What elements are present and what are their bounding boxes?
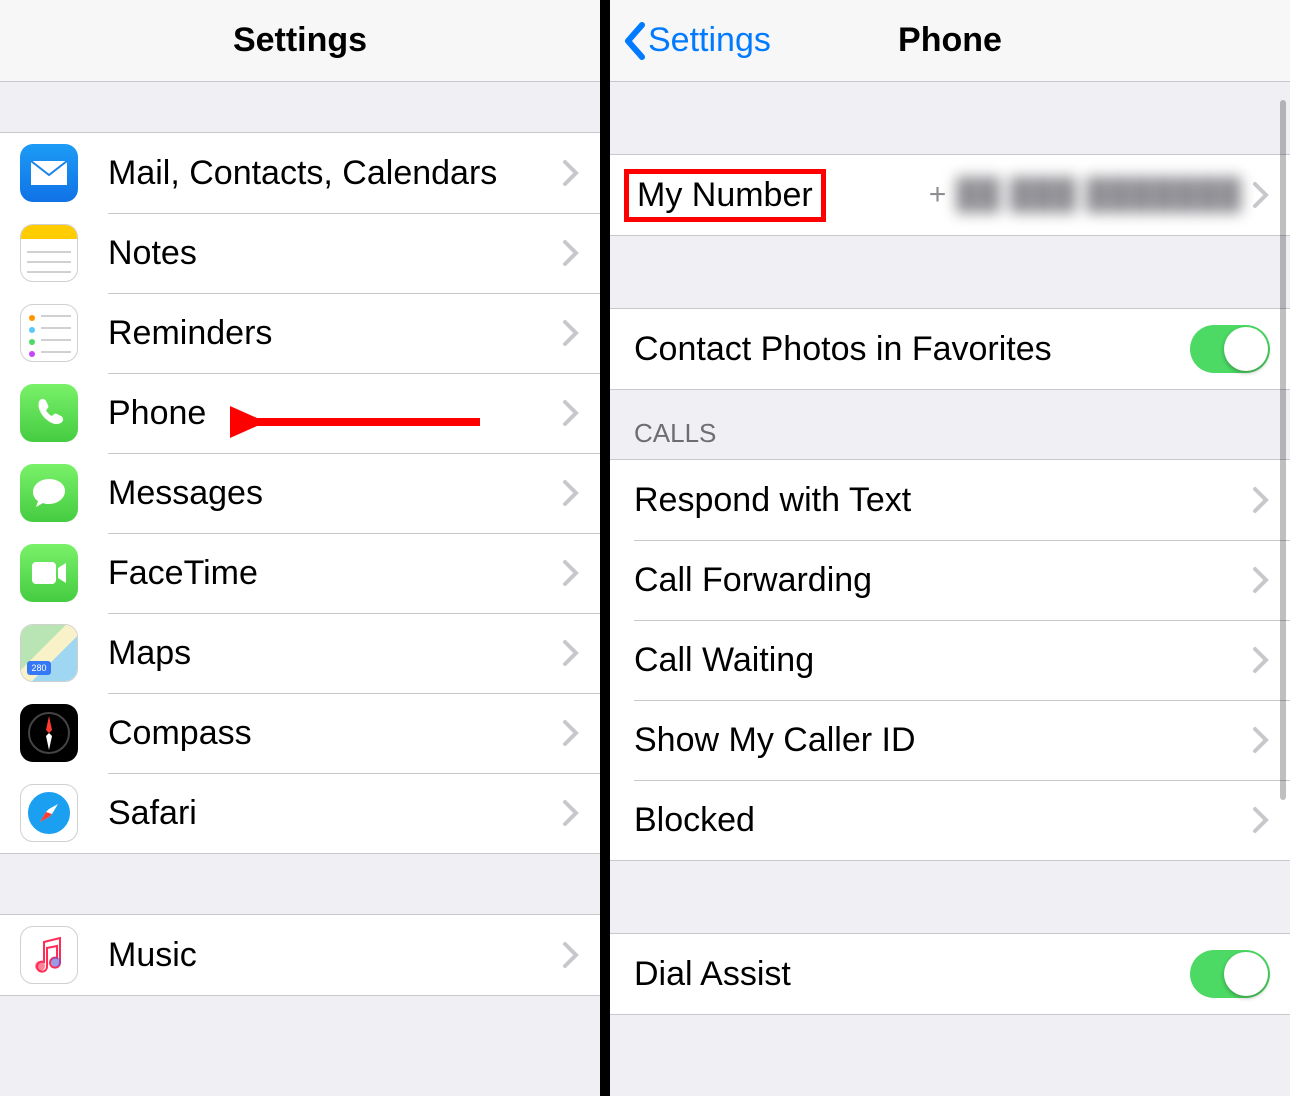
back-label: Settings bbox=[648, 21, 771, 60]
page-title: Settings bbox=[233, 21, 367, 60]
cell-label: Notes bbox=[108, 234, 562, 273]
cell-label: Compass bbox=[108, 714, 562, 753]
settings-item-mail[interactable]: Mail, Contacts, Calendars bbox=[0, 133, 600, 213]
highlight-annotation: My Number bbox=[624, 169, 826, 222]
reminders-icon bbox=[20, 304, 78, 362]
chevron-right-icon bbox=[562, 559, 580, 587]
settings-item-messages[interactable]: Messages bbox=[0, 453, 600, 533]
settings-item-music[interactable]: Music bbox=[0, 915, 600, 995]
maps-icon: 280 bbox=[20, 624, 78, 682]
my-number-group: My Number + ██ ███ ███████ bbox=[610, 154, 1290, 236]
cell-label: Contact Photos in Favorites bbox=[634, 330, 1190, 369]
phone-icon bbox=[20, 384, 78, 442]
settings-item-maps[interactable]: 280 Maps bbox=[0, 613, 600, 693]
settings-group-apps: Mail, Contacts, Calendars Notes bbox=[0, 132, 600, 854]
cell-label: FaceTime bbox=[108, 554, 562, 593]
music-icon bbox=[20, 926, 78, 984]
chevron-right-icon bbox=[562, 319, 580, 347]
blocked-row[interactable]: Blocked bbox=[610, 780, 1290, 860]
chevron-right-icon bbox=[562, 639, 580, 667]
calls-group: Respond with Text Call Forwarding Call W… bbox=[610, 459, 1290, 861]
messages-icon bbox=[20, 464, 78, 522]
settings-screen: Settings Mail, Contacts, Calendars Notes bbox=[0, 0, 600, 1096]
safari-icon bbox=[20, 784, 78, 842]
settings-item-phone[interactable]: Phone bbox=[0, 373, 600, 453]
dial-assist-toggle[interactable] bbox=[1190, 950, 1270, 998]
chevron-right-icon bbox=[1252, 486, 1270, 514]
scroll-indicator[interactable] bbox=[1280, 100, 1286, 800]
call-forwarding-row[interactable]: Call Forwarding bbox=[610, 540, 1290, 620]
cell-label: Phone bbox=[108, 394, 562, 433]
settings-group-media: Music bbox=[0, 914, 600, 996]
cell-label: Mail, Contacts, Calendars bbox=[108, 154, 562, 193]
settings-item-reminders[interactable]: Reminders bbox=[0, 293, 600, 373]
cell-label: Messages bbox=[108, 474, 562, 513]
chevron-right-icon bbox=[1252, 726, 1270, 754]
dial-assist-group: Dial Assist bbox=[610, 933, 1290, 1015]
contact-photos-toggle[interactable] bbox=[1190, 325, 1270, 373]
navbar: Settings bbox=[0, 0, 600, 82]
chevron-right-icon bbox=[562, 719, 580, 747]
contact-photos-row[interactable]: Contact Photos in Favorites bbox=[610, 309, 1290, 389]
chevron-right-icon bbox=[1252, 566, 1270, 594]
show-caller-id-row[interactable]: Show My Caller ID bbox=[610, 700, 1290, 780]
notes-icon bbox=[20, 224, 78, 282]
settings-item-notes[interactable]: Notes bbox=[0, 213, 600, 293]
mail-icon bbox=[20, 144, 78, 202]
chevron-right-icon bbox=[562, 239, 580, 267]
calls-section-header: CALLS bbox=[610, 390, 1290, 459]
chevron-right-icon bbox=[562, 159, 580, 187]
cell-label: Reminders bbox=[108, 314, 562, 353]
call-waiting-row[interactable]: Call Waiting bbox=[610, 620, 1290, 700]
settings-item-facetime[interactable]: FaceTime bbox=[0, 533, 600, 613]
cell-label: My Number bbox=[637, 176, 813, 214]
settings-item-compass[interactable]: Compass bbox=[0, 693, 600, 773]
cell-label: Safari bbox=[108, 794, 562, 833]
chevron-right-icon bbox=[562, 479, 580, 507]
compass-icon bbox=[20, 704, 78, 762]
dial-assist-row[interactable]: Dial Assist bbox=[610, 934, 1290, 1014]
back-button[interactable]: Settings bbox=[622, 21, 771, 61]
my-number-value: ██ ███ ███████ bbox=[956, 178, 1242, 212]
chevron-left-icon bbox=[622, 21, 646, 61]
chevron-right-icon bbox=[1252, 806, 1270, 834]
cell-label: Blocked bbox=[634, 801, 1252, 840]
cell-label: Call Waiting bbox=[634, 641, 1252, 680]
my-number-row[interactable]: My Number + ██ ███ ███████ bbox=[610, 155, 1290, 235]
chevron-right-icon bbox=[562, 941, 580, 969]
cell-label: Maps bbox=[108, 634, 562, 673]
chevron-right-icon bbox=[562, 399, 580, 427]
respond-with-text-row[interactable]: Respond with Text bbox=[610, 460, 1290, 540]
cell-label: Call Forwarding bbox=[634, 561, 1252, 600]
my-number-prefix: + bbox=[929, 178, 947, 212]
cell-label: Music bbox=[108, 936, 562, 975]
facetime-icon bbox=[20, 544, 78, 602]
cell-label: Show My Caller ID bbox=[634, 721, 1252, 760]
phone-settings-screen: Settings Phone My Number + ██ ███ ██████… bbox=[610, 0, 1290, 1096]
cell-label: Dial Assist bbox=[634, 955, 1190, 994]
chevron-right-icon bbox=[1252, 181, 1270, 209]
page-title: Phone bbox=[898, 21, 1002, 60]
chevron-right-icon bbox=[562, 799, 580, 827]
cell-label: Respond with Text bbox=[634, 481, 1252, 520]
navbar: Settings Phone bbox=[610, 0, 1290, 82]
contact-photos-group: Contact Photos in Favorites bbox=[610, 308, 1290, 390]
settings-item-safari[interactable]: Safari bbox=[0, 773, 600, 853]
chevron-right-icon bbox=[1252, 646, 1270, 674]
